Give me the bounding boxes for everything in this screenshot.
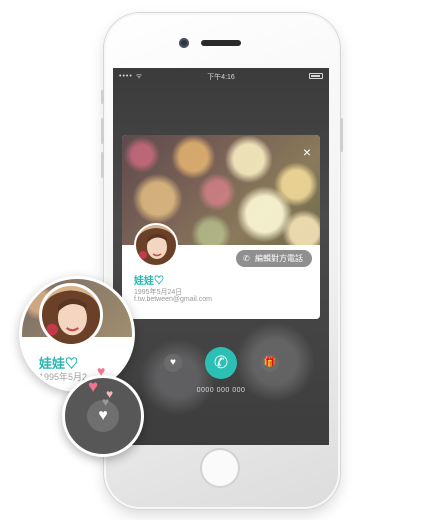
volume-up-button: [101, 118, 104, 144]
contact-name: 娃娃♡: [134, 276, 164, 287]
send-heart-button[interactable]: ♥: [164, 354, 182, 372]
power-button: [340, 118, 343, 152]
phone-screen: •••• ᯤ 下午4:16 × ✆ 編輯對方電話 娃娃♡ 1995年5月24日 …: [113, 68, 329, 445]
phone-icon: ✆: [243, 254, 250, 263]
floating-heart-icon: ♥: [102, 395, 110, 409]
status-bar: •••• ᯤ 下午4:16: [113, 72, 329, 82]
floating-heart-icon: ♥: [97, 363, 106, 379]
status-time: 下午4:16: [207, 74, 235, 81]
avatar-zoom: [39, 283, 103, 347]
floating-heart-icon: ♥: [88, 377, 99, 396]
close-icon[interactable]: ×: [299, 144, 315, 160]
heart-zoom-callout: ♥: [62, 375, 144, 457]
avatar-photo: [136, 225, 176, 265]
contact-email: f.tw.between@gmail.com: [134, 296, 212, 303]
front-camera: [179, 38, 189, 48]
home-button[interactable]: [200, 448, 240, 488]
volume-down-button: [101, 152, 104, 178]
contact-dialog: × ✆ 編輯對方電話 娃娃♡ 1995年5月24日 f.tw.between@g…: [122, 135, 320, 319]
call-button[interactable]: ✆: [205, 347, 237, 379]
battery-icon: [309, 73, 323, 79]
gift-button[interactable]: 🎁: [261, 354, 279, 372]
silent-switch: [101, 90, 104, 104]
avatar[interactable]: [134, 223, 178, 267]
avatar-photo-zoom: [42, 286, 100, 344]
edit-partner-phone-label: 編輯對方電話: [255, 254, 303, 263]
earpiece-speaker: [201, 40, 241, 46]
edit-partner-phone-button[interactable]: ✆ 編輯對方電話: [236, 250, 312, 267]
profile-zoom-callout: 娃娃♡ 1995年5月2: [19, 276, 135, 392]
phone-number: 0000 000 000: [196, 387, 246, 394]
